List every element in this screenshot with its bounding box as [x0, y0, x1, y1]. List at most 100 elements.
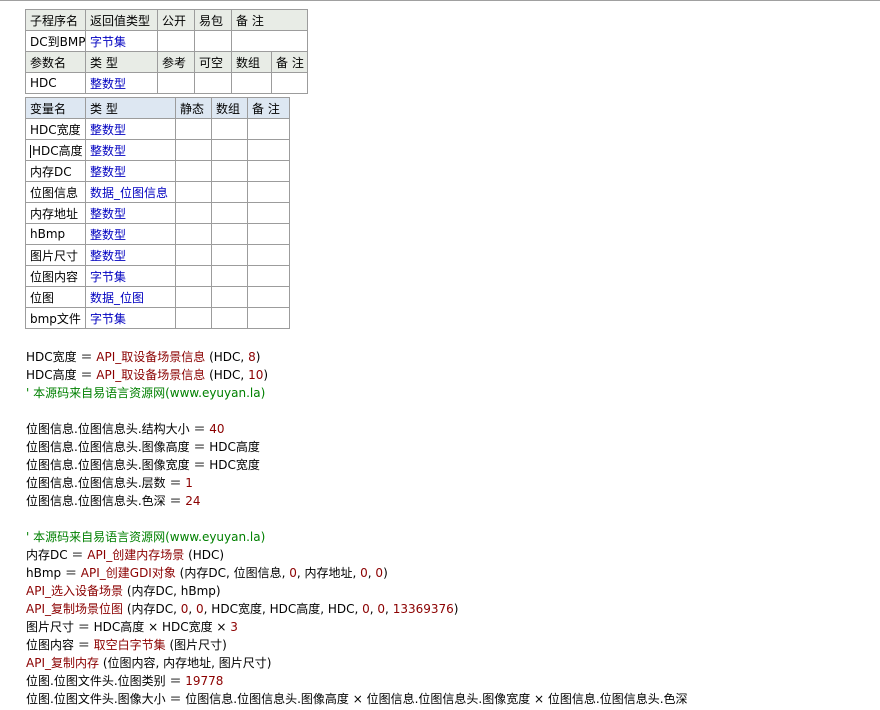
variable-type-cell[interactable]: 整数型 [85, 244, 176, 266]
variable-type-cell[interactable]: 字节集 [85, 307, 176, 329]
remark-cell[interactable] [247, 265, 290, 287]
static-cell[interactable] [175, 160, 212, 182]
variable-name-cell[interactable]: bmp文件 [25, 307, 86, 329]
code-line[interactable]: ' 本源码来自易语言资源网(www.eyuyan.la) [26, 528, 688, 546]
public-cell[interactable] [157, 30, 195, 52]
variable-row[interactable]: HDC宽度 整数型 [25, 118, 290, 140]
code-line[interactable]: 位图信息.位图信息头.结构大小 ＝ 40 [26, 420, 688, 438]
variable-name-cell[interactable]: 图片尺寸 [25, 244, 86, 266]
static-cell[interactable] [175, 286, 212, 308]
code-text: (HDC, [205, 368, 249, 382]
variable-name-cell[interactable]: 位图 [25, 286, 86, 308]
code-line[interactable] [26, 402, 688, 420]
static-cell[interactable] [175, 202, 212, 224]
variable-row[interactable]: HDC高度 整数型 [25, 139, 290, 161]
variable-table: 变量名 类 型 静态 数组 备 注 HDC宽度 整数型 HDC高度 整数型 内存DC 整数… [25, 97, 290, 329]
variable-type-cell[interactable]: 整数型 [85, 223, 176, 245]
code-line[interactable]: 位图信息.位图信息头.色深 ＝ 24 [26, 492, 688, 510]
code-line[interactable]: 位图信息.位图信息头.图像宽度 ＝ HDC宽度 [26, 456, 688, 474]
remark-cell[interactable] [247, 307, 290, 329]
array-cell[interactable] [211, 202, 248, 224]
code-line[interactable] [26, 510, 688, 528]
static-cell[interactable] [175, 223, 212, 245]
array-cell[interactable] [211, 244, 248, 266]
remark-cell[interactable] [247, 202, 290, 224]
variable-row[interactable]: 位图 数据_位图 [25, 286, 290, 308]
code-editor[interactable]: HDC宽度 ＝ API_取设备场景信息 (HDC, 8) HDC高度 ＝ API_… [26, 348, 688, 708]
function-name: API_取设备场景信息 [96, 350, 206, 364]
array-cell[interactable] [211, 181, 248, 203]
code-line[interactable]: HDC宽度 ＝ API_取设备场景信息 (HDC, 8) [26, 348, 688, 366]
array-cell[interactable] [211, 118, 248, 140]
variable-type-cell[interactable]: 整数型 [85, 118, 176, 140]
variable-type-cell[interactable]: 整数型 [85, 202, 176, 224]
remark-cell[interactable] [247, 286, 290, 308]
code-line[interactable]: HDC高度 ＝ API_取设备场景信息 (HDC, 10) [26, 366, 688, 384]
variable-name-cell[interactable]: hBmp [25, 223, 86, 245]
subroutine-name-cell[interactable]: DC到BMP [25, 30, 86, 52]
variable-name-cell[interactable]: 位图内容 [25, 265, 86, 287]
variable-type-cell[interactable]: 字节集 [85, 265, 176, 287]
variable-name-cell[interactable]: 内存地址 [25, 202, 86, 224]
code-line[interactable]: 内存DC ＝ API_创建内存场景 (HDC) [26, 546, 688, 564]
array-cell[interactable] [211, 223, 248, 245]
static-cell[interactable] [175, 118, 212, 140]
static-cell[interactable] [175, 307, 212, 329]
function-name: API_复制场景位图 [26, 602, 123, 616]
easy-package-cell[interactable] [194, 30, 232, 52]
remark-cell[interactable] [247, 118, 290, 140]
code-line[interactable]: 位图信息.位图信息头.层数 ＝ 1 [26, 474, 688, 492]
variable-name-cell[interactable]: 位图信息 [25, 181, 86, 203]
param-optional-cell[interactable] [194, 72, 232, 94]
remark-cell[interactable] [247, 139, 290, 161]
code-line[interactable]: 位图信息.位图信息头.图像高度 ＝ HDC高度 [26, 438, 688, 456]
param-array-cell[interactable] [231, 72, 272, 94]
subroutine-table: 子程序名 返回值类型 公开 易包 备 注 DC到BMP 字节集 参数名 类 型 … [25, 9, 309, 94]
array-cell[interactable] [211, 307, 248, 329]
static-cell[interactable] [175, 265, 212, 287]
variable-row[interactable]: 内存地址 整数型 [25, 202, 290, 224]
code-line[interactable]: 位图.位图文件头.图像大小 ＝ 位图信息.位图信息头.图像高度 × 位图信息.位… [26, 690, 688, 708]
variable-row[interactable]: bmp文件 字节集 [25, 307, 290, 329]
variable-row[interactable]: 内存DC 整数型 [25, 160, 290, 182]
variable-type-cell[interactable]: 整数型 [85, 139, 176, 161]
array-cell[interactable] [211, 139, 248, 161]
code-line[interactable]: 图片尺寸 ＝ HDC高度 × HDC宽度 × 3 [26, 618, 688, 636]
remark-cell[interactable] [247, 244, 290, 266]
param-type-cell[interactable]: 整数型 [85, 72, 158, 94]
variable-row[interactable]: 图片尺寸 整数型 [25, 244, 290, 266]
code-line[interactable]: API_复制场景位图 (内存DC, 0, 0, HDC宽度, HDC高度, HD… [26, 600, 688, 618]
remark-cell[interactable] [247, 223, 290, 245]
static-cell[interactable] [175, 181, 212, 203]
code-line[interactable]: 位图内容 ＝ 取空白字节集 (图片尺寸) [26, 636, 688, 654]
param-row[interactable]: HDC 整数型 [25, 72, 309, 94]
param-remark-cell[interactable] [270, 72, 309, 94]
param-ref-cell[interactable] [157, 72, 195, 94]
variable-type-cell[interactable]: 数据_位图 [85, 286, 176, 308]
array-cell[interactable] [211, 265, 248, 287]
variable-name-cell[interactable]: 内存DC [25, 160, 86, 182]
param-name-cell[interactable]: HDC [25, 72, 86, 94]
code-line[interactable]: API_选入设备场景 (内存DC, hBmp) [26, 582, 688, 600]
return-type-cell[interactable]: 字节集 [85, 30, 158, 52]
code-line[interactable]: hBmp ＝ API_创建GDI对象 (内存DC, 位图信息, 0, 内存地址,… [26, 564, 688, 582]
subroutine-row[interactable]: DC到BMP 字节集 [25, 30, 309, 52]
variable-row[interactable]: hBmp 整数型 [25, 223, 290, 245]
variable-name-cell[interactable]: HDC高度 [25, 139, 86, 161]
array-cell[interactable] [211, 286, 248, 308]
static-cell[interactable] [175, 244, 212, 266]
variable-row[interactable]: 位图内容 字节集 [25, 265, 290, 287]
code-line[interactable]: 位图.位图文件头.位图类别 ＝ 19778 [26, 672, 688, 690]
code-line[interactable]: ' 本源码来自易语言资源网(www.eyuyan.la) [26, 384, 688, 402]
code-line[interactable]: API_复制内存 (位图内容, 内存地址, 图片尺寸) [26, 654, 688, 672]
variable-type-cell[interactable]: 数据_位图信息 [85, 181, 176, 203]
variable-row[interactable]: 位图信息 数据_位图信息 [25, 181, 290, 203]
static-cell[interactable] [175, 139, 212, 161]
remark-cell[interactable] [247, 181, 290, 203]
variable-name-cell[interactable]: HDC宽度 [25, 118, 86, 140]
variable-type-cell[interactable]: 整数型 [85, 160, 176, 182]
remark-cell[interactable] [230, 30, 309, 52]
remark-cell[interactable] [247, 160, 290, 182]
array-cell[interactable] [211, 160, 248, 182]
function-name: API_取设备场景信息 [96, 368, 206, 382]
